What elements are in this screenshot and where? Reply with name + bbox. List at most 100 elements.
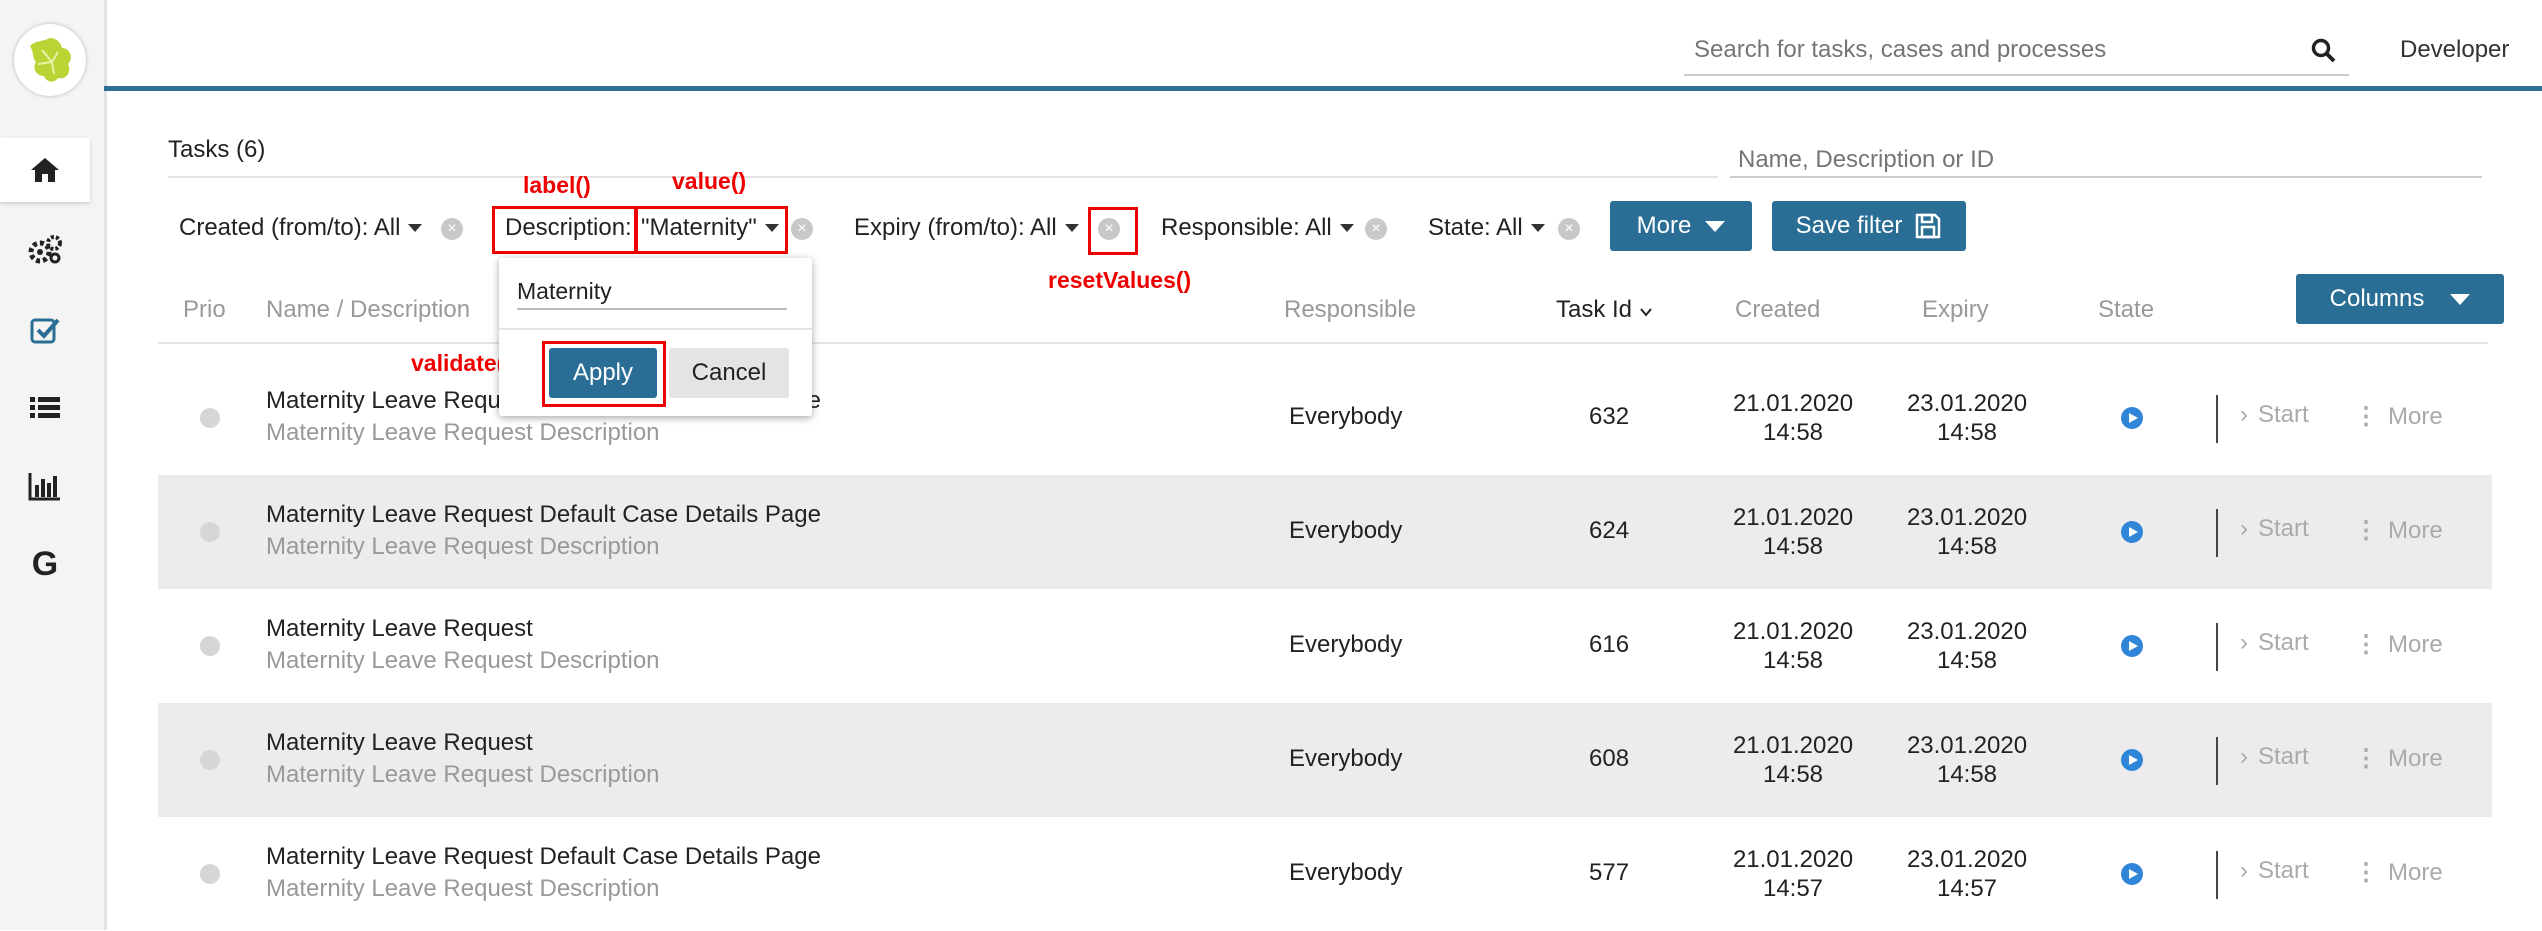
vertical-dots-icon: ⋮: [2354, 745, 2378, 772]
expiry-date: 23.01.2020: [1906, 390, 2028, 417]
more-filters-label: More: [1636, 212, 1692, 239]
created-time: 14:58: [1762, 419, 1824, 446]
more-label: More: [2388, 631, 2443, 658]
home-icon: [31, 158, 59, 182]
task-expiry: 23.01.2020 14:58: [1892, 389, 2042, 447]
task-description: Maternity Leave Request Description: [266, 647, 660, 674]
sidebar-item-statistics[interactable]: [0, 454, 90, 518]
filter-expiry[interactable]: Expiry (from/to): All: [854, 214, 1079, 242]
save-filter-button[interactable]: Save filter: [1772, 201, 1966, 251]
expiry-date: 23.01.2020: [1906, 618, 2028, 645]
sidebar-item-home[interactable]: [0, 138, 90, 202]
sidebar: G: [0, 0, 107, 930]
annotation-box-label: [492, 206, 638, 254]
sidebar-item-g[interactable]: G: [0, 532, 90, 596]
more-filters-button[interactable]: More: [1610, 201, 1752, 251]
start-label: Start: [2258, 401, 2309, 428]
description-filter-input[interactable]: Maternity: [517, 276, 787, 310]
chevron-down-icon: [408, 224, 423, 232]
more-button[interactable]: ⋮ More: [2354, 630, 2443, 659]
column-header-created[interactable]: Created: [1735, 296, 1820, 324]
task-id: 608: [1589, 745, 1630, 772]
created-date: 21.01.2020: [1732, 390, 1854, 417]
chevron-right-icon: ›: [2240, 629, 2248, 656]
filter-state[interactable]: State: All: [1428, 214, 1545, 242]
columns-button[interactable]: Columns: [2296, 274, 2504, 324]
expiry-date: 23.01.2020: [1906, 732, 2028, 759]
chevron-right-icon: ›: [2240, 743, 2248, 770]
expiry-date: 23.01.2020: [1906, 504, 2028, 531]
expiry-time: 14:58: [1936, 533, 1998, 560]
ivy-leaf-icon: [30, 38, 71, 82]
table-row[interactable]: Maternity Leave Request Maternity Leave …: [158, 589, 2492, 703]
task-description: Maternity Leave Request Description: [266, 533, 660, 560]
task-created: 21.01.2020 14:57: [1718, 845, 1868, 903]
task-id: 577: [1589, 859, 1630, 886]
search-icon[interactable]: [2311, 38, 2337, 64]
start-button[interactable]: › Start: [2240, 629, 2309, 657]
filter-created[interactable]: Created (from/to): All: [179, 214, 423, 242]
sidebar-item-cases[interactable]: [0, 376, 90, 440]
save-icon: [1916, 213, 1941, 239]
column-header-expiry[interactable]: Expiry: [1922, 296, 1989, 324]
annotation-reset: resetValues(): [1048, 267, 1192, 293]
sidebar-item-processes[interactable]: [0, 218, 90, 282]
priority-indicator: [200, 864, 220, 884]
annotation-box-value: [634, 206, 788, 254]
task-responsible: Everybody: [1289, 403, 1403, 430]
column-header-name[interactable]: Name / Description: [266, 296, 470, 324]
sidebar-item-tasks[interactable]: [0, 298, 90, 362]
more-button[interactable]: ⋮ More: [2354, 402, 2443, 431]
reset-created-icon[interactable]: ×: [441, 218, 463, 240]
cancel-button[interactable]: Cancel: [669, 348, 789, 398]
start-button[interactable]: › Start: [2240, 743, 2309, 771]
reset-description-icon[interactable]: ×: [791, 218, 813, 240]
task-created: 21.01.2020 14:58: [1718, 617, 1868, 675]
filter-responsible[interactable]: Responsible: All: [1161, 214, 1354, 242]
page-title: Tasks (6): [168, 136, 266, 163]
title-divider: [168, 176, 1718, 178]
expiry-time: 14:58: [1936, 647, 1998, 674]
task-description: Maternity Leave Request Description: [266, 761, 660, 788]
start-button[interactable]: › Start: [2240, 515, 2309, 543]
column-header-responsible[interactable]: Responsible: [1284, 296, 1416, 324]
chevron-down-icon: [1339, 224, 1354, 232]
reset-responsible-icon[interactable]: ×: [1365, 218, 1387, 240]
task-expiry: 23.01.2020 14:58: [1892, 503, 2042, 561]
column-header-task-id[interactable]: Task Id: [1556, 296, 1653, 324]
table-row[interactable]: Maternity Leave Request Default Case Det…: [158, 817, 2492, 931]
logo[interactable]: [14, 24, 86, 96]
reset-state-icon[interactable]: ×: [1558, 218, 1580, 240]
global-search-input[interactable]: [1684, 26, 2294, 74]
vertical-dots-icon: ⋮: [2354, 517, 2378, 544]
user-name[interactable]: Developer: [2400, 36, 2509, 64]
task-description: Maternity Leave Request Description: [266, 875, 660, 902]
column-header-prio[interactable]: Prio: [183, 296, 226, 324]
start-label: Start: [2258, 515, 2309, 542]
task-id: 624: [1589, 517, 1630, 544]
expiry-time: 14:58: [1936, 419, 1998, 446]
task-expiry: 23.01.2020 14:57: [1892, 845, 2042, 903]
save-filter-label: Save filter: [1795, 212, 1903, 239]
created-time: 14:58: [1762, 533, 1824, 560]
task-created: 21.01.2020 14:58: [1718, 389, 1868, 447]
more-button[interactable]: ⋮ More: [2354, 858, 2443, 887]
state-running-icon: [2121, 521, 2143, 543]
filter-state-label: State: All: [1428, 214, 1523, 241]
chart-icon: [28, 473, 60, 501]
start-label: Start: [2258, 629, 2309, 656]
start-button[interactable]: › Start: [2240, 857, 2309, 885]
table-row[interactable]: Maternity Leave Request Maternity Leave …: [158, 703, 2492, 817]
more-button[interactable]: ⋮ More: [2354, 516, 2443, 545]
column-header-state[interactable]: State: [2098, 296, 2154, 324]
task-id: 616: [1589, 631, 1630, 658]
columns-label: Columns: [2329, 285, 2425, 312]
start-button[interactable]: › Start: [2240, 401, 2309, 429]
priority-indicator: [200, 636, 220, 656]
filter-created-label: Created (from/to): All: [179, 214, 401, 241]
quick-search-input[interactable]: [1730, 140, 2486, 180]
table-row[interactable]: Maternity Leave Request Default Case Det…: [158, 475, 2492, 589]
more-button[interactable]: ⋮ More: [2354, 744, 2443, 773]
task-responsible: Everybody: [1289, 745, 1403, 772]
created-time: 14:57: [1762, 875, 1824, 902]
